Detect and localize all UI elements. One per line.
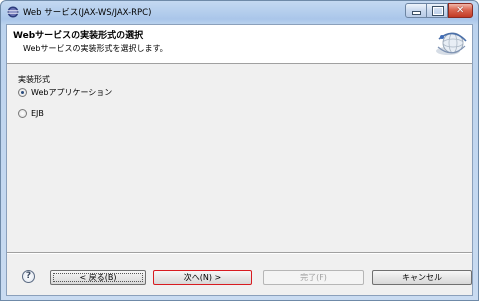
radio-label: Webアプリケーション bbox=[31, 88, 113, 97]
window-title: Web サービス(JAX-WS/JAX-RPC) bbox=[23, 8, 152, 18]
maximize-button[interactable] bbox=[427, 3, 448, 18]
page-description: Webサービスの実装形式を選択します。 bbox=[23, 44, 168, 53]
wizard-header: Webサービスの実装形式の選択 Webサービスの実装形式を選択します。 bbox=[7, 25, 472, 64]
radio-label: EJB bbox=[31, 109, 44, 118]
eclipse-icon bbox=[7, 6, 19, 18]
back-button[interactable]: < 戻る(B) bbox=[50, 270, 146, 285]
radio-ejb[interactable]: EJB bbox=[18, 109, 44, 118]
next-button-label: 次へ(N) > bbox=[183, 273, 222, 282]
close-button[interactable]: ✕ bbox=[448, 3, 473, 18]
dialog-window: Web サービス(JAX-WS/JAX-RPC) ✕ Webサービスの実装形式の… bbox=[0, 0, 479, 301]
dialog-client-area: Webサービスの実装形式の選択 Webサービスの実装形式を選択します。 実装形式… bbox=[6, 24, 473, 296]
radio-web-application[interactable]: Webアプリケーション bbox=[18, 87, 112, 98]
finish-button-label: 完了(F) bbox=[300, 273, 327, 282]
cancel-button[interactable]: キャンセル bbox=[372, 270, 472, 285]
button-bar-separator bbox=[7, 252, 472, 254]
radio-button-checked[interactable] bbox=[18, 88, 27, 97]
web-service-globe-icon bbox=[436, 32, 467, 55]
help-icon[interactable]: ? bbox=[22, 270, 35, 283]
minimize-icon bbox=[413, 12, 420, 14]
cancel-button-label: キャンセル bbox=[402, 273, 442, 282]
page-title: Webサービスの実装形式の選択 bbox=[13, 31, 144, 41]
title-bar[interactable]: Web サービス(JAX-WS/JAX-RPC) ✕ bbox=[1, 1, 478, 25]
finish-button[interactable]: 完了(F) bbox=[263, 270, 364, 285]
implementation-type-label: 実装形式 bbox=[18, 75, 50, 84]
focus-ring bbox=[53, 273, 143, 282]
maximize-icon bbox=[433, 7, 443, 15]
close-icon: ✕ bbox=[456, 5, 465, 16]
radio-button-unchecked[interactable] bbox=[18, 109, 27, 118]
minimize-button[interactable] bbox=[405, 3, 427, 18]
next-button[interactable]: 次へ(N) > bbox=[153, 270, 252, 285]
